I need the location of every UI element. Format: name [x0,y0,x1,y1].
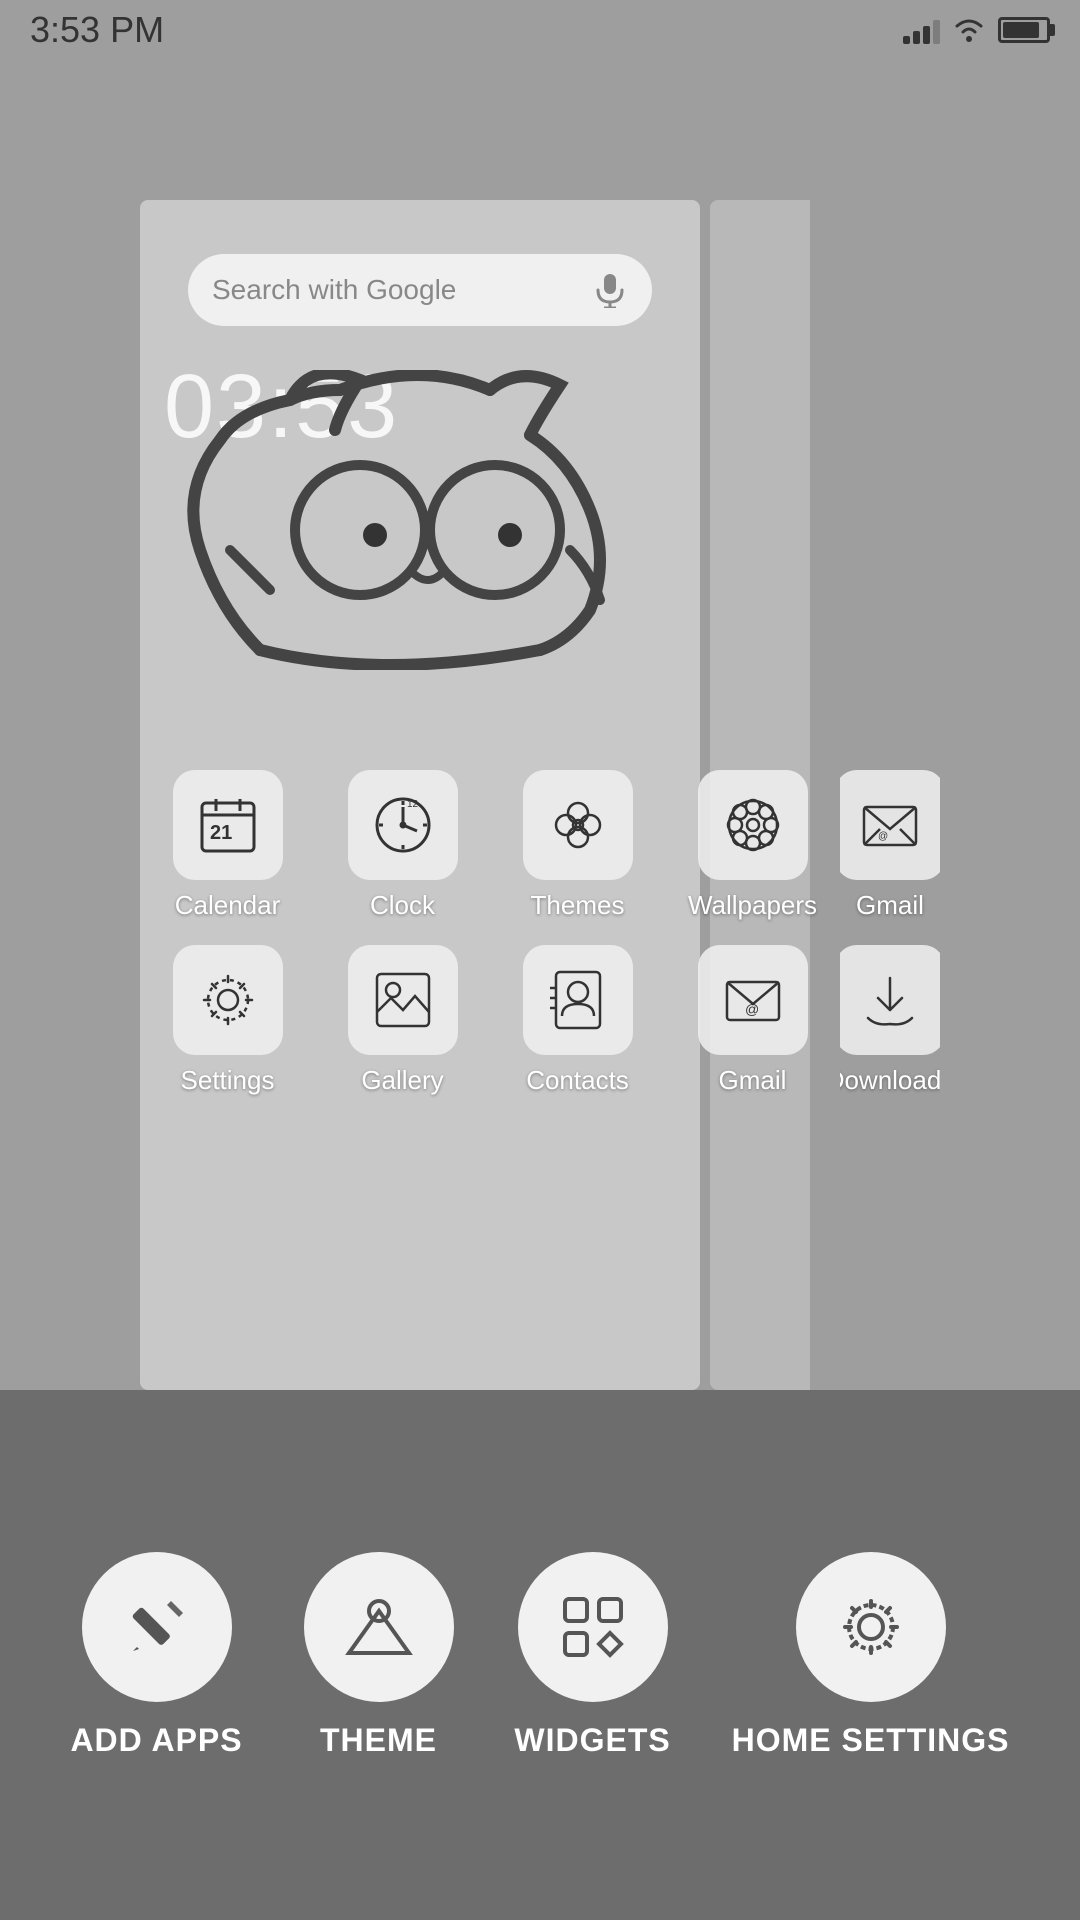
wifi-icon [952,16,986,44]
contacts-icon-box [523,945,633,1055]
signal-icon [903,16,940,44]
search-area: Search with Google [140,200,700,326]
app-calendar[interactable]: 21 Calendar [140,760,315,935]
status-icons [903,16,1050,44]
gallery-label: Gallery [361,1065,443,1096]
app-gmail-2[interactable]: @ Gmail [665,935,840,1110]
app-settings[interactable]: Settings [140,935,315,1110]
toolbar-theme[interactable]: THEME [304,1552,454,1759]
app-contacts[interactable]: Contacts [490,935,665,1110]
gmail-label-1: Gmail [856,890,924,921]
widgets-label: WIDGETS [514,1722,670,1759]
toolbar-widgets[interactable]: WIDGETS [514,1552,670,1759]
battery-icon [998,17,1050,43]
wallpapers-icon-box [698,770,808,880]
add-apps-label: ADD APPS [70,1722,242,1759]
app-themes[interactable]: Themes [490,760,665,935]
downloads-icon-box [840,945,940,1055]
add-apps-circle [82,1552,232,1702]
svg-text:12: 12 [407,799,419,810]
home-settings-label: HOME SETTINGS [732,1722,1010,1759]
app-row-1: 21 Calendar 12 C [140,760,940,935]
pencil-icon [117,1587,197,1667]
gmail-icon-box-2: @ [698,945,808,1055]
clock-label: Clock [370,890,435,921]
downloads-label: Downloads [840,1065,940,1096]
gmail-label-2: Gmail [719,1065,787,1096]
app-gallery[interactable]: Gallery [315,935,490,1110]
search-placeholder: Search with Google [212,274,456,306]
app-row-2: Settings Gallery [140,935,940,1110]
app-clock[interactable]: 12 Clock [315,760,490,935]
app-wallpapers[interactable]: Wallpapers [665,760,840,935]
app-downloads[interactable]: Downloads [840,935,940,1110]
app-gmail-1[interactable]: @ Gmail [840,760,940,935]
svg-text:21: 21 [210,822,232,844]
themes-label: Themes [531,890,625,921]
toolbar-home-settings[interactable]: HOME SETTINGS [732,1552,1010,1759]
wallpapers-label: Wallpapers [688,890,817,921]
svg-text:@: @ [878,831,888,842]
svg-text:@: @ [745,1001,759,1017]
themes-icon-box [523,770,633,880]
clock-icon-box: 12 [348,770,458,880]
search-bar[interactable]: Search with Google [188,254,652,326]
widgets-icon [553,1587,633,1667]
theme-circle [304,1552,454,1702]
mic-icon[interactable] [592,272,628,308]
theme-label: THEME [320,1722,437,1759]
owl-illustration [140,370,700,670]
home-settings-circle [796,1552,946,1702]
gallery-icon-box [348,945,458,1055]
calendar-icon-box: 21 [173,770,283,880]
toolbar-add-apps[interactable]: ADD APPS [70,1552,242,1759]
calendar-label: Calendar [175,890,281,921]
gear-icon [831,1587,911,1667]
settings-label: Settings [181,1065,275,1096]
bottom-toolbar: ADD APPS THEME WIDGETS [0,1390,1080,1920]
contacts-label: Contacts [526,1065,629,1096]
app-grid: 21 Calendar 12 C [140,760,940,1110]
widgets-circle [518,1552,668,1702]
settings-icon-box [173,945,283,1055]
status-time: 3:53 PM [30,9,164,51]
mountain-icon [339,1587,419,1667]
gmail-icon-box-1: @ [840,770,940,880]
status-bar: 3:53 PM [0,0,1080,60]
